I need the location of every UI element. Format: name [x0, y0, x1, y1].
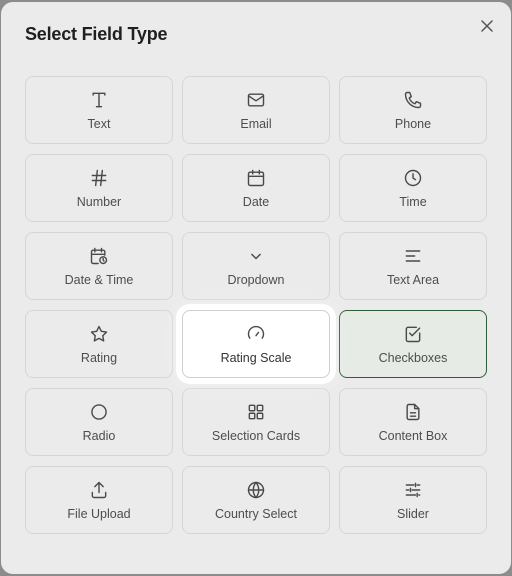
field-type-label: Number	[76, 195, 122, 209]
field-type-label: Email	[240, 117, 272, 131]
chevron-down-icon	[245, 245, 267, 267]
field-type-label: Content Box	[378, 429, 448, 443]
align-left-icon	[402, 245, 424, 267]
grid-icon	[245, 401, 267, 423]
clock-icon	[402, 167, 424, 189]
field-type-label: Selection Cards	[211, 429, 301, 443]
field-type-label: Phone	[394, 117, 432, 131]
field-type-checkboxes[interactable]: Checkboxes	[339, 310, 487, 378]
file-text-icon	[402, 401, 424, 423]
mail-icon	[245, 89, 267, 111]
field-type-label: Radio	[82, 429, 116, 443]
field-type-label: Date & Time	[64, 273, 134, 287]
field-type-label: Dropdown	[227, 273, 285, 287]
field-type-label: Rating Scale	[220, 351, 292, 365]
field-type-rating-scale[interactable]: Rating Scale	[182, 310, 330, 378]
globe-icon	[245, 479, 267, 501]
field-type-selection-cards[interactable]: Selection Cards	[182, 388, 330, 456]
field-type-rating[interactable]: Rating	[25, 310, 173, 378]
field-type-label: Text Area	[386, 273, 440, 287]
circle-icon	[88, 401, 110, 423]
field-type-radio[interactable]: Radio	[25, 388, 173, 456]
phone-icon	[402, 89, 424, 111]
calendar-clock-icon	[88, 245, 110, 267]
field-type-slider[interactable]: Slider	[339, 466, 487, 534]
field-type-grid: Text Email Phone Number Date Time Date &…	[25, 76, 487, 534]
close-button[interactable]	[477, 16, 497, 36]
field-type-label: Checkboxes	[378, 351, 448, 365]
dialog-title: Select Field Type	[25, 24, 168, 44]
field-type-dropdown[interactable]: Dropdown	[182, 232, 330, 300]
field-type-time[interactable]: Time	[339, 154, 487, 222]
text-icon	[88, 89, 110, 111]
check-square-icon	[402, 323, 424, 345]
field-type-date[interactable]: Date	[182, 154, 330, 222]
field-type-label: Country Select	[215, 507, 297, 521]
field-type-label: Slider	[397, 507, 429, 521]
close-icon	[481, 20, 493, 32]
star-icon	[88, 323, 110, 345]
calendar-icon	[245, 167, 267, 189]
field-type-file-upload[interactable]: File Upload	[25, 466, 173, 534]
field-type-email[interactable]: Email	[182, 76, 330, 144]
upload-icon	[88, 479, 110, 501]
field-type-label: Text	[87, 117, 111, 131]
hash-icon	[88, 167, 110, 189]
field-type-phone[interactable]: Phone	[339, 76, 487, 144]
field-type-label: Time	[399, 195, 427, 209]
sliders-icon	[402, 479, 424, 501]
field-type-label: Rating	[80, 351, 118, 365]
field-type-text[interactable]: Text	[25, 76, 173, 144]
field-type-number[interactable]: Number	[25, 154, 173, 222]
field-type-date-time[interactable]: Date & Time	[25, 232, 173, 300]
field-type-label: File Upload	[67, 507, 131, 521]
field-type-content-box[interactable]: Content Box	[339, 388, 487, 456]
select-field-type-dialog: Select Field Type Text Email Phone Numbe…	[1, 2, 511, 574]
field-type-country-select[interactable]: Country Select	[182, 466, 330, 534]
field-type-text-area[interactable]: Text Area	[339, 232, 487, 300]
gauge-icon	[245, 323, 267, 345]
field-type-label: Date	[242, 195, 270, 209]
